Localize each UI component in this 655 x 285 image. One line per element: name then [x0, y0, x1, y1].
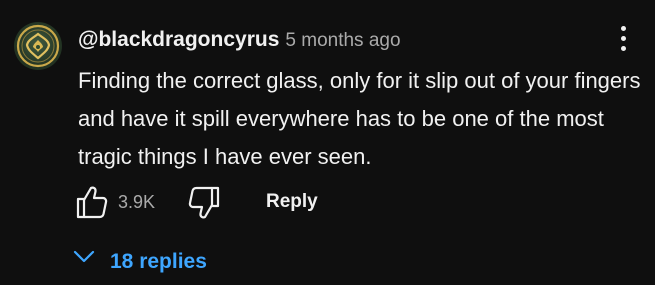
vertical-dots-icon-dot	[621, 46, 626, 51]
comment-thread: @blackdragoncyrus 5 months ago Finding th…	[0, 0, 655, 285]
reply-button[interactable]: Reply	[266, 188, 318, 216]
comment-timestamp[interactable]: 5 months ago	[285, 30, 400, 51]
chevron-down-icon	[72, 244, 96, 280]
view-replies-button[interactable]: 18 replies	[72, 244, 207, 276]
comment-text: Finding the correct glass, only for it s…	[78, 68, 641, 169]
thumbs-down-icon	[188, 186, 220, 219]
comment-actions: 3.9K Reply	[74, 182, 494, 222]
dislike-button[interactable]	[186, 182, 222, 222]
more-actions-button[interactable]	[612, 20, 636, 56]
vertical-dots-icon-dot	[621, 36, 626, 41]
comment-header: @blackdragoncyrus 5 months ago	[78, 26, 401, 54]
replies-count-label: 18 replies	[110, 250, 207, 273]
author-name[interactable]: @blackdragoncyrus	[78, 28, 279, 51]
vertical-dots-icon	[621, 26, 626, 31]
like-button[interactable]	[74, 182, 110, 222]
avatar[interactable]	[14, 22, 62, 70]
like-count: 3.9K	[118, 192, 156, 212]
thumbs-up-icon	[76, 186, 108, 219]
emblem-icon	[16, 24, 60, 68]
